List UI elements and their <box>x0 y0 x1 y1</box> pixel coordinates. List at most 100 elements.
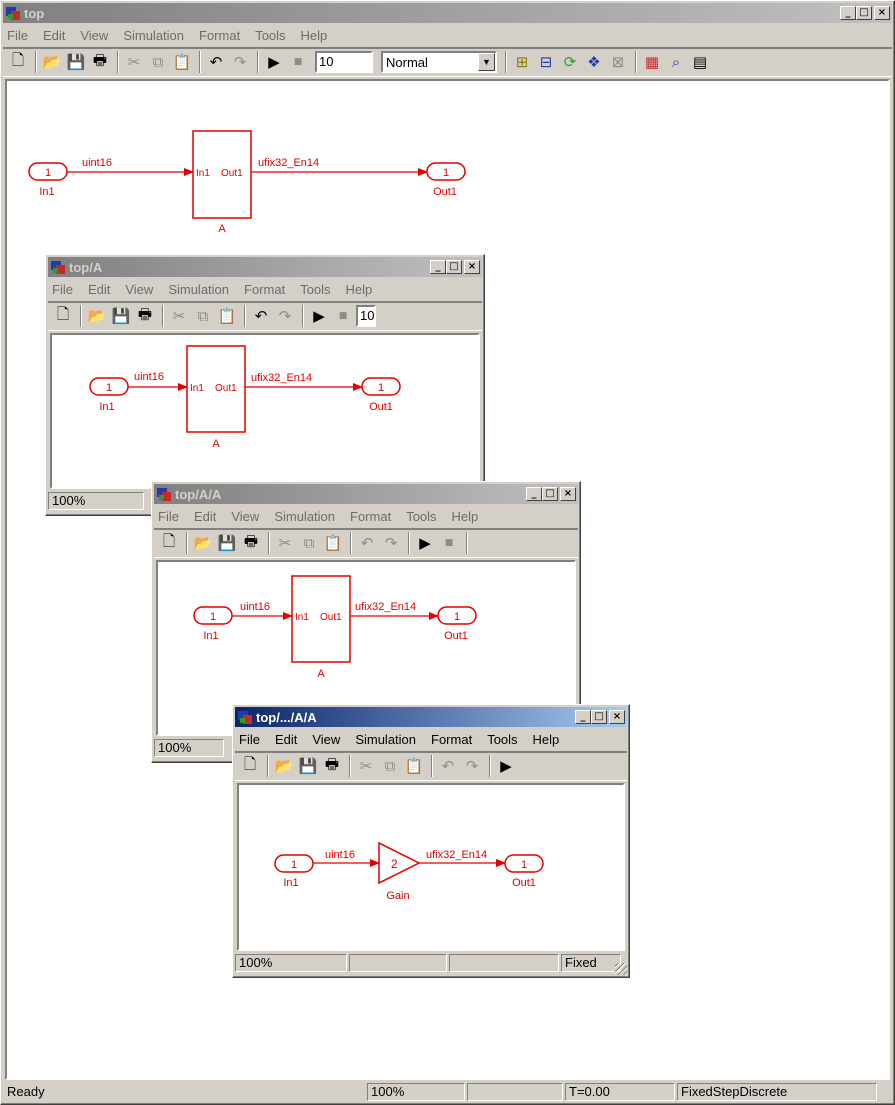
save-icon[interactable]: 💾 <box>110 305 132 327</box>
menu-file[interactable]: File <box>239 732 260 747</box>
menu-file[interactable]: File <box>7 28 28 43</box>
print-icon[interactable]: 🖶 <box>134 305 156 327</box>
menu-help[interactable]: Help <box>346 282 373 297</box>
titlebar[interactable]: top _ □ × <box>3 3 892 23</box>
cut-icon[interactable]: ✂ <box>123 51 145 73</box>
maximize-icon[interactable]: □ <box>856 6 872 20</box>
resize-grip-icon[interactable] <box>615 963 627 975</box>
copy-icon[interactable]: ⧉ <box>147 51 169 73</box>
menu-simulation[interactable]: Simulation <box>274 509 335 524</box>
properties-icon[interactable]: ▤ <box>689 51 711 73</box>
paste-icon[interactable]: 📋 <box>216 305 238 327</box>
menu-tools[interactable]: Tools <box>300 282 330 297</box>
menu-file[interactable]: File <box>158 509 179 524</box>
model-explorer-icon[interactable]: ❖ <box>583 51 605 73</box>
menu-format[interactable]: Format <box>244 282 285 297</box>
undo-icon[interactable]: ↶ <box>437 755 459 777</box>
menu-edit[interactable]: Edit <box>275 732 297 747</box>
menu-format[interactable]: Format <box>431 732 472 747</box>
debugger-icon[interactable]: ⊠ <box>607 51 629 73</box>
save-icon[interactable]: 💾 <box>297 755 319 777</box>
paste-icon[interactable]: 📋 <box>403 755 425 777</box>
close-icon[interactable]: × <box>464 260 480 274</box>
close-icon[interactable]: × <box>874 6 890 20</box>
menu-view[interactable]: View <box>231 509 259 524</box>
print-icon[interactable]: 🖶 <box>89 51 111 73</box>
build-icon[interactable]: ⊞ <box>511 51 533 73</box>
stop-icon[interactable]: ■ <box>332 305 354 327</box>
play-icon[interactable]: ▶ <box>495 755 517 777</box>
copy-icon[interactable]: ⧉ <box>379 755 401 777</box>
menu-format[interactable]: Format <box>350 509 391 524</box>
paste-icon[interactable]: 📋 <box>322 532 344 554</box>
open-icon[interactable]: 📂 <box>273 755 295 777</box>
menu-edit[interactable]: Edit <box>43 28 65 43</box>
new-icon[interactable]: 🗋 <box>158 532 180 554</box>
menu-simulation[interactable]: Simulation <box>355 732 416 747</box>
save-icon[interactable]: 💾 <box>216 532 238 554</box>
stop-time-input[interactable]: 10 <box>315 51 373 73</box>
menu-simulation[interactable]: Simulation <box>168 282 229 297</box>
simulink-library-icon[interactable]: ▦ <box>641 51 663 73</box>
menu-file[interactable]: File <box>52 282 73 297</box>
update-diagram-icon[interactable]: ⟳ <box>559 51 581 73</box>
chevron-down-icon[interactable]: ▼ <box>478 53 495 71</box>
menu-edit[interactable]: Edit <box>194 509 216 524</box>
save-icon[interactable]: 💾 <box>65 51 87 73</box>
menu-help[interactable]: Help <box>533 732 560 747</box>
open-icon[interactable]: 📂 <box>86 305 108 327</box>
open-icon[interactable]: 📂 <box>192 532 214 554</box>
new-icon[interactable]: 🗋 <box>52 305 74 327</box>
gain-block[interactable] <box>378 841 421 885</box>
minimize-icon[interactable]: _ <box>575 710 591 724</box>
open-icon[interactable]: 📂 <box>41 51 63 73</box>
new-icon[interactable]: 🗋 <box>7 51 29 73</box>
maximize-icon[interactable]: □ <box>591 710 607 724</box>
titlebar[interactable]: top/.../A/A _ □ × <box>235 707 627 727</box>
stop-icon[interactable]: ■ <box>287 51 309 73</box>
library-browser-icon[interactable]: ⊟ <box>535 51 557 73</box>
menu-tools[interactable]: Tools <box>255 28 285 43</box>
play-icon[interactable]: ▶ <box>414 532 436 554</box>
minimize-icon[interactable]: _ <box>430 260 446 274</box>
menu-tools[interactable]: Tools <box>406 509 436 524</box>
print-icon[interactable]: 🖶 <box>321 755 343 777</box>
menu-simulation[interactable]: Simulation <box>123 28 184 43</box>
minimize-icon[interactable]: _ <box>840 6 856 20</box>
close-icon[interactable]: × <box>609 710 625 724</box>
close-icon[interactable]: × <box>560 487 576 501</box>
paste-icon[interactable]: 📋 <box>171 51 193 73</box>
stop-icon[interactable]: ■ <box>438 532 460 554</box>
copy-icon[interactable]: ⧉ <box>298 532 320 554</box>
menu-edit[interactable]: Edit <box>88 282 110 297</box>
find-icon[interactable]: ⌕ <box>665 51 687 73</box>
minimize-icon[interactable]: _ <box>526 487 542 501</box>
play-icon[interactable]: ▶ <box>308 305 330 327</box>
stop-time-input[interactable]: 10 <box>356 305 376 327</box>
menu-help[interactable]: Help <box>452 509 479 524</box>
titlebar[interactable]: top/A _ □ × <box>48 257 482 277</box>
print-icon[interactable]: 🖶 <box>240 532 262 554</box>
sim-mode-select[interactable]: Normal ▼ <box>381 51 497 73</box>
menu-format[interactable]: Format <box>199 28 240 43</box>
cut-icon[interactable]: ✂ <box>168 305 190 327</box>
cut-icon[interactable]: ✂ <box>355 755 377 777</box>
maximize-icon[interactable]: □ <box>446 260 462 274</box>
copy-icon[interactable]: ⧉ <box>192 305 214 327</box>
undo-icon[interactable]: ↶ <box>250 305 272 327</box>
play-icon[interactable]: ▶ <box>263 51 285 73</box>
cut-icon[interactable]: ✂ <box>274 532 296 554</box>
menu-tools[interactable]: Tools <box>487 732 517 747</box>
undo-icon[interactable]: ↶ <box>356 532 378 554</box>
redo-icon[interactable]: ↷ <box>380 532 402 554</box>
new-icon[interactable]: 🗋 <box>239 755 261 777</box>
redo-icon[interactable]: ↷ <box>229 51 251 73</box>
redo-icon[interactable]: ↷ <box>274 305 296 327</box>
diagram-canvas[interactable]: 1 In1 uint16 2 Gain ufix32_En14 1 Out1 <box>237 783 625 951</box>
menu-view[interactable]: View <box>125 282 153 297</box>
undo-icon[interactable]: ↶ <box>205 51 227 73</box>
redo-icon[interactable]: ↷ <box>461 755 483 777</box>
maximize-icon[interactable]: □ <box>542 487 558 501</box>
diagram-canvas[interactable]: 1 In1 uint16 In1 Out1 A ufix32_En14 1 Ou… <box>50 333 480 489</box>
menu-view[interactable]: View <box>312 732 340 747</box>
